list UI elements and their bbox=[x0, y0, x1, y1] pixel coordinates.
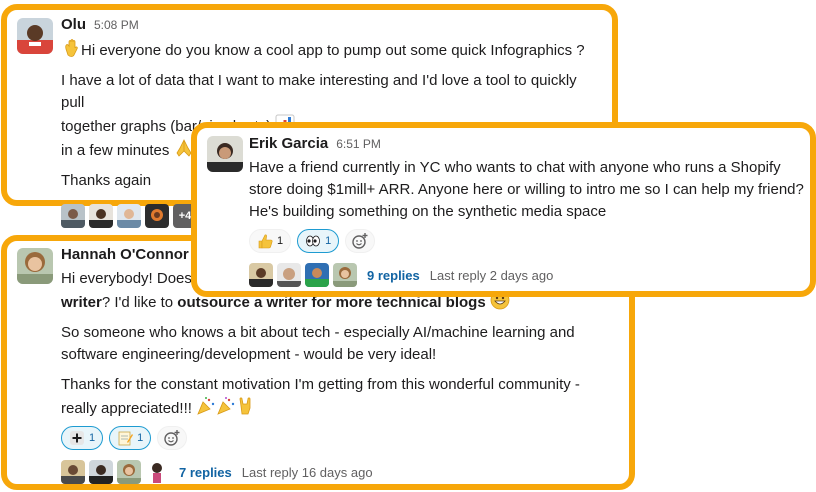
reply-avatar bbox=[61, 460, 85, 484]
memo-icon bbox=[117, 430, 134, 446]
message-text: Hi everyone do you know a cool app to pu… bbox=[61, 38, 601, 62]
message-bold-text: writer bbox=[61, 294, 102, 311]
reaction-count: 1 bbox=[89, 432, 96, 444]
message-line: Thanks for the constant motivation I'm g… bbox=[61, 376, 580, 393]
author-name[interactable]: Hannah O'Connor bbox=[61, 246, 189, 263]
reaction-count: 1 bbox=[325, 235, 332, 247]
reaction-thumbs-up[interactable]: 1 bbox=[249, 229, 292, 253]
reply-avatar bbox=[249, 263, 273, 287]
reply-avatar bbox=[61, 204, 85, 228]
message-erik: Erik Garcia 6:51 PM Have a friend curren… bbox=[249, 135, 809, 287]
timestamp[interactable]: 5:08 PM bbox=[94, 18, 139, 32]
reaction-plus[interactable]: 1 bbox=[61, 426, 104, 450]
author-name[interactable]: Erik Garcia bbox=[249, 135, 328, 152]
reaction-count: 1 bbox=[137, 432, 144, 444]
last-reply-text: Last reply 2 days ago bbox=[429, 267, 554, 283]
reply-avatar bbox=[89, 460, 113, 484]
reply-avatar bbox=[117, 204, 141, 228]
message-text: Have a friend currently in YC who wants … bbox=[249, 157, 809, 223]
message-line: Have a friend currently in YC who wants … bbox=[249, 159, 781, 176]
reaction-memo[interactable]: 1 bbox=[109, 426, 152, 450]
timestamp[interactable]: 6:51 PM bbox=[336, 137, 381, 151]
message-line: software engineering/development - would… bbox=[61, 346, 437, 363]
message-line: ? I'd like to bbox=[101, 294, 174, 311]
reply-avatar bbox=[277, 263, 301, 287]
message-line: really appreciated!!! bbox=[61, 400, 192, 417]
avatar-erik[interactable] bbox=[207, 136, 243, 172]
reaction-eyes[interactable]: 1 bbox=[297, 229, 340, 253]
message-line: store doing $1mill+ ARR. Anyone here or … bbox=[249, 181, 804, 198]
reply-avatar bbox=[89, 204, 113, 228]
message-line: I have a lot of data that I want to make… bbox=[61, 72, 577, 111]
avatar-olu[interactable] bbox=[17, 18, 53, 54]
wave-icon bbox=[61, 38, 81, 58]
add-emoji-icon bbox=[163, 429, 181, 447]
sign-of-horns-icon bbox=[236, 396, 256, 416]
author-name[interactable]: Olu bbox=[61, 16, 86, 33]
reactions-bar: 1 1 bbox=[61, 426, 631, 450]
reactions-bar: 1 1 bbox=[249, 229, 809, 253]
thumbs-up-icon bbox=[257, 233, 273, 249]
reply-avatar bbox=[145, 460, 169, 484]
add-reaction-button[interactable] bbox=[157, 426, 188, 450]
message-paragraph: So someone who knows a bit about tech - … bbox=[61, 322, 631, 366]
eyes-icon bbox=[305, 233, 321, 249]
last-reply-text: Last reply 16 days ago bbox=[241, 464, 373, 480]
party-popper-icon bbox=[216, 396, 236, 416]
add-reaction-button[interactable] bbox=[345, 229, 376, 253]
replies-link[interactable]: 9 replies bbox=[367, 268, 420, 283]
reaction-count: 1 bbox=[277, 235, 284, 247]
message-line: So someone who knows a bit about tech - … bbox=[61, 324, 575, 341]
thread-replies[interactable]: 7 replies Last reply 16 days ago bbox=[61, 460, 631, 484]
message-line: Hi everyone do you know a cool app to pu… bbox=[81, 42, 585, 59]
add-emoji-icon bbox=[351, 232, 369, 250]
plus-icon bbox=[69, 430, 85, 446]
message-line: in a few minutes bbox=[61, 142, 170, 159]
message-card-erik: Erik Garcia 6:51 PM Have a friend curren… bbox=[191, 122, 816, 297]
reply-avatar bbox=[305, 263, 329, 287]
replies-link[interactable]: 7 replies bbox=[179, 465, 232, 480]
party-popper-icon bbox=[196, 396, 216, 416]
reply-avatar bbox=[145, 204, 169, 228]
message-paragraph: Thanks for the constant motivation I'm g… bbox=[61, 374, 631, 420]
avatar-hannah[interactable] bbox=[17, 248, 53, 284]
message-line: Thanks again bbox=[61, 172, 152, 189]
message-line: He's building something on the synthetic… bbox=[249, 203, 607, 220]
thread-replies[interactable]: 9 replies Last reply 2 days ago bbox=[249, 263, 809, 287]
reply-avatar bbox=[117, 460, 141, 484]
reply-avatar bbox=[333, 263, 357, 287]
message-line: Hi everybody! Does bbox=[61, 270, 192, 287]
